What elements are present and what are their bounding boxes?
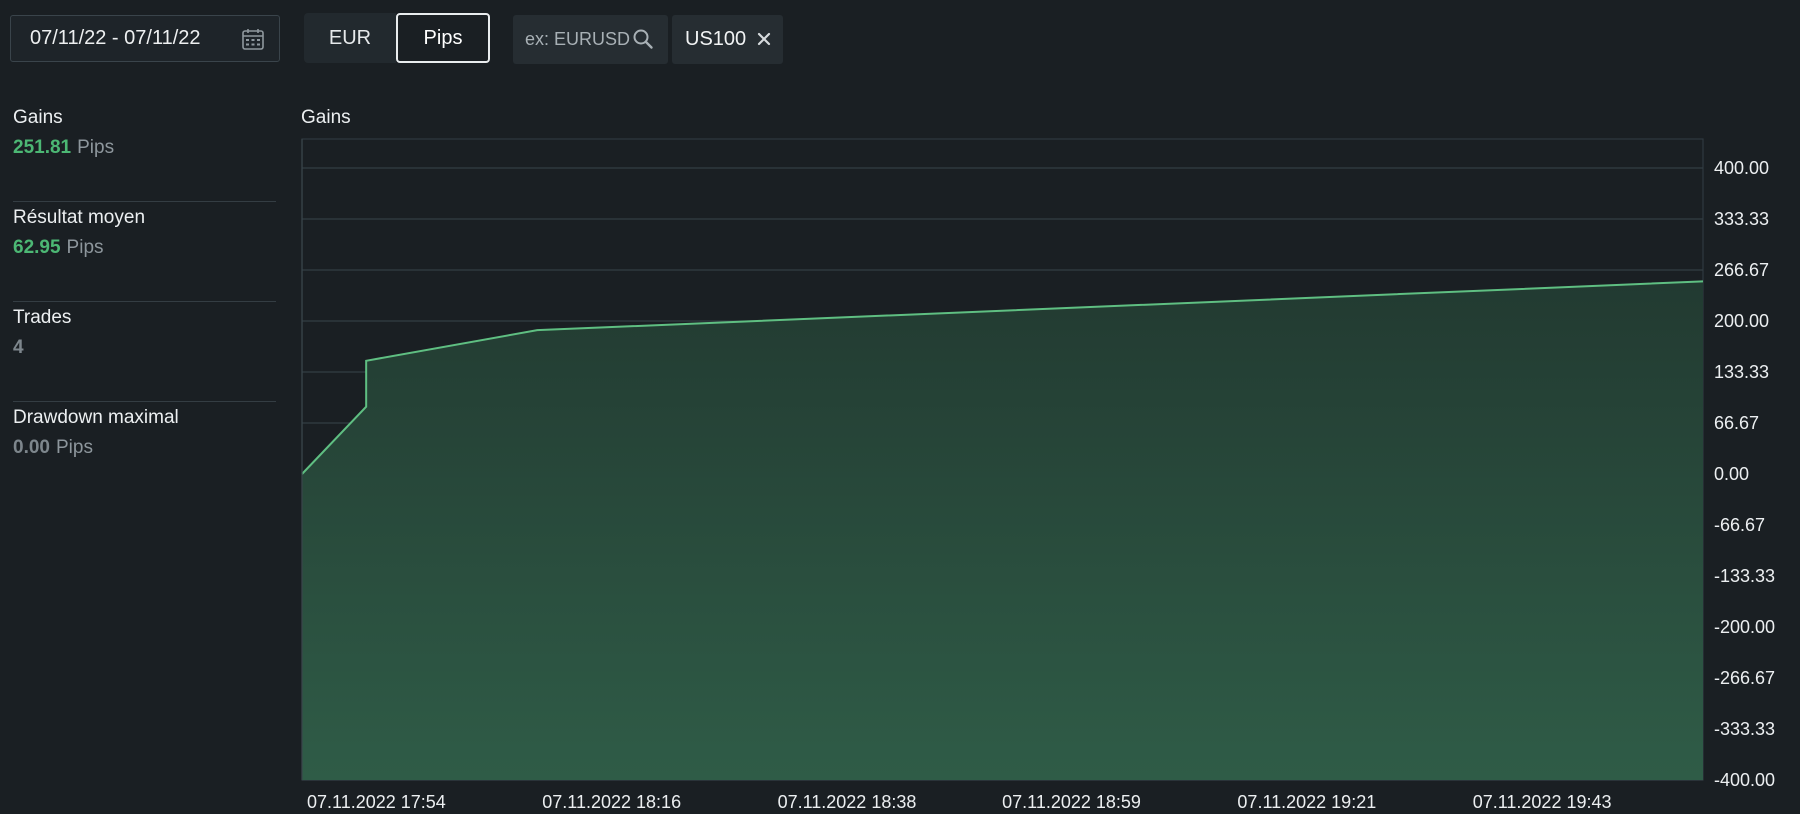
x-tick-label: 07.11.2022 19:21 bbox=[1237, 792, 1376, 812]
y-tick-label: -133.33 bbox=[1714, 566, 1775, 586]
y-axis: 400.00 333.33 266.67 200.00 133.33 66.67 0.00 -… bbox=[1714, 158, 1775, 790]
y-tick-label: 400.00 bbox=[1714, 158, 1769, 178]
x-tick-label: 07.11.2022 19:43 bbox=[1473, 792, 1612, 812]
y-tick-label: -200.00 bbox=[1714, 617, 1775, 637]
y-tick-label: -400.00 bbox=[1714, 770, 1775, 790]
y-tick-label: 133.33 bbox=[1714, 362, 1769, 382]
chart-area-layer bbox=[301, 139, 1704, 780]
y-tick-label: 266.67 bbox=[1714, 260, 1769, 280]
y-tick-label: 66.67 bbox=[1714, 413, 1759, 433]
y-tick-label: -266.67 bbox=[1714, 668, 1775, 688]
gains-chart: 400.00 333.33 266.67 200.00 133.33 66.67 0.00 -… bbox=[301, 138, 1775, 812]
x-tick-label: 07.11.2022 18:38 bbox=[778, 792, 917, 812]
area-fill bbox=[302, 281, 1703, 780]
y-tick-label: 0.00 bbox=[1714, 464, 1749, 484]
x-tick-label: 07.11.2022 18:16 bbox=[542, 792, 681, 812]
y-tick-label: 333.33 bbox=[1714, 209, 1769, 229]
y-tick-label: -333.33 bbox=[1714, 719, 1775, 739]
y-tick-label: 200.00 bbox=[1714, 311, 1769, 331]
x-tick-label: 07.11.2022 17:54 bbox=[307, 792, 446, 812]
x-axis: 07.11.2022 17:54 07.11.2022 18:16 07.11.20… bbox=[307, 792, 1612, 812]
x-tick-label: 07.11.2022 18:59 bbox=[1002, 792, 1141, 812]
y-tick-label: -66.67 bbox=[1714, 515, 1765, 535]
